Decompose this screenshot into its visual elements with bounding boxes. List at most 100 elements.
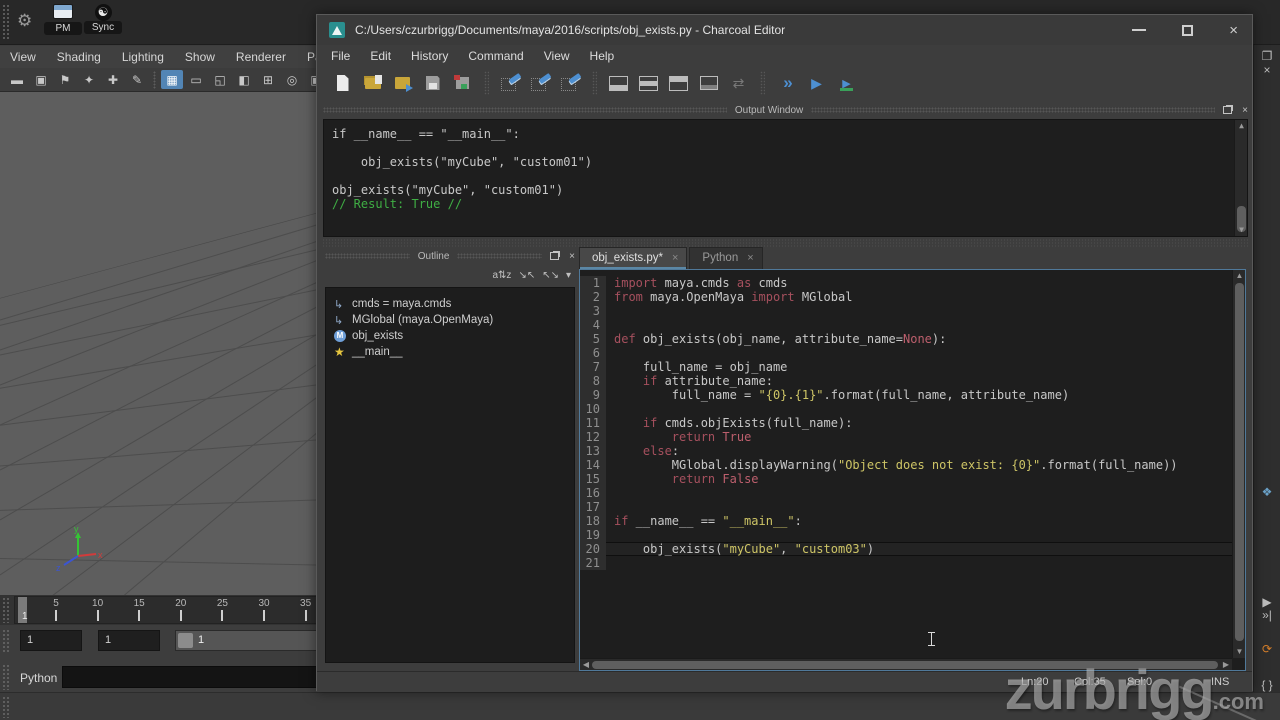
menu-view[interactable]: View xyxy=(544,49,570,63)
outline-item[interactable]: ↳MGlobal (maya.OpenMaya) xyxy=(334,312,574,328)
cmdline-grip[interactable] xyxy=(2,664,10,690)
code-line[interactable]: 6 xyxy=(580,346,1232,360)
save-all-button[interactable] xyxy=(449,70,476,96)
outline-panel-header[interactable]: Outline × xyxy=(325,249,575,263)
code-line[interactable]: 4 xyxy=(580,318,1232,332)
2d-pan-zoom-icon[interactable]: ✚ xyxy=(102,70,124,89)
viewport-menu-renderer[interactable]: Renderer xyxy=(236,50,286,64)
safe-action-icon[interactable]: ◎ xyxy=(281,70,303,89)
greasepencil-icon[interactable]: ✎ xyxy=(126,70,148,89)
scrollbar-thumb[interactable] xyxy=(592,661,1218,669)
playback-start-field[interactable]: 1 xyxy=(20,630,82,651)
close-panel-icon[interactable]: × xyxy=(1257,63,1277,77)
output-window-header[interactable]: Output Window × xyxy=(323,103,1248,117)
lock-camera-icon[interactable]: ▣ xyxy=(30,70,52,89)
go-to-end-icon[interactable]: »| xyxy=(1257,608,1277,622)
open-file-button[interactable] xyxy=(359,70,386,96)
code-line[interactable]: 17 xyxy=(580,500,1232,514)
menu-edit[interactable]: Edit xyxy=(370,49,391,63)
timeline-grip[interactable] xyxy=(2,597,10,623)
clear-history-button[interactable] xyxy=(497,70,524,96)
menu-file[interactable]: File xyxy=(331,49,350,63)
viewport-menu-view[interactable]: View xyxy=(10,50,36,64)
clear-input-button[interactable] xyxy=(527,70,554,96)
perspective-viewport[interactable]: y x z xyxy=(0,92,320,595)
gear-icon[interactable]: ⚙ xyxy=(17,11,32,31)
range-slider-handle[interactable] xyxy=(178,633,193,648)
viewport-menu-show[interactable]: Show xyxy=(185,50,215,64)
tab-obj-exists-py-[interactable]: obj_exists.py*× xyxy=(579,247,687,269)
grid-icon[interactable]: ▦ xyxy=(161,70,183,89)
tab-close-icon[interactable]: × xyxy=(672,252,678,264)
layout-output-top-button[interactable] xyxy=(665,70,692,96)
outline-menu-icon[interactable]: ▾ xyxy=(566,270,571,281)
tab-close-icon[interactable]: × xyxy=(747,252,753,264)
execute-all-button[interactable]: » xyxy=(773,70,800,96)
maximize-button[interactable] xyxy=(1182,25,1193,36)
editor-vertical-scrollbar[interactable]: ▲ ▼ xyxy=(1232,270,1245,658)
scroll-up-icon[interactable]: ▲ xyxy=(1235,120,1248,132)
code-line[interactable]: 18if __name__ == "__main__": xyxy=(580,514,1232,528)
code-line[interactable]: 14 MGlobal.displayWarning("Object does n… xyxy=(580,458,1232,472)
select-camera-icon[interactable]: ▬ xyxy=(6,70,28,89)
viewport-menu-shading[interactable]: Shading xyxy=(57,50,101,64)
code-line[interactable]: 3 xyxy=(580,304,1232,318)
code-line[interactable]: 1import maya.cmds as cmds xyxy=(580,276,1232,290)
tab-python[interactable]: Python× xyxy=(689,247,762,269)
shelf-button-pm[interactable]: PM xyxy=(44,4,82,42)
script-editor-icon[interactable]: { } xyxy=(1257,678,1277,692)
outline-item[interactable]: Mobj_exists xyxy=(334,328,574,344)
rangebar-grip[interactable] xyxy=(2,629,10,653)
code-line[interactable]: 5def obj_exists(obj_name, attribute_name… xyxy=(580,332,1232,346)
save-button[interactable] xyxy=(419,70,446,96)
scroll-down-icon[interactable]: ▼ xyxy=(1235,224,1248,236)
code-line[interactable]: 7 full_name = obj_name xyxy=(580,360,1232,374)
code-line[interactable]: 13 else: xyxy=(580,444,1232,458)
editor-horizontal-scrollbar[interactable]: ◀ ▶ xyxy=(580,658,1232,670)
play-small-icon[interactable]: ▶ xyxy=(1257,595,1277,609)
float-panel-icon[interactable] xyxy=(1223,106,1232,114)
close-panel-icon[interactable]: × xyxy=(569,251,575,262)
code-editor[interactable]: 1import maya.cmds as cmds2from maya.Open… xyxy=(579,269,1246,671)
scroll-down-icon[interactable]: ▼ xyxy=(1233,646,1246,658)
new-file-button[interactable] xyxy=(329,70,356,96)
window-title-bar[interactable]: C:/Users/czurbrigg/Documents/maya/2016/s… xyxy=(317,15,1252,45)
float-panel-icon[interactable] xyxy=(550,252,559,260)
viewport-menu-lighting[interactable]: Lighting xyxy=(122,50,164,64)
import-script-button[interactable] xyxy=(389,70,416,96)
close-button[interactable]: × xyxy=(1229,23,1238,38)
code-line[interactable]: 21 xyxy=(580,556,1232,570)
code-lines[interactable]: 1import maya.cmds as cmds2from maya.Open… xyxy=(580,270,1232,658)
output-vertical-scrollbar[interactable]: ▲ ▼ xyxy=(1234,120,1247,236)
motion-trail-icon[interactable]: ⟳ xyxy=(1257,642,1277,656)
helpline-grip[interactable] xyxy=(2,696,10,718)
shelf-button-sync[interactable]: ☯ Sync xyxy=(84,4,122,42)
toggle-output-panel-button[interactable] xyxy=(695,70,722,96)
animation-start-field[interactable]: 1 xyxy=(98,630,160,651)
playhead[interactable]: 1 xyxy=(18,597,27,623)
bookmark-icon[interactable]: ⚑ xyxy=(54,70,76,89)
code-line[interactable]: 10 xyxy=(580,402,1232,416)
minimize-button[interactable] xyxy=(1132,29,1146,31)
code-line[interactable]: 19 xyxy=(580,528,1232,542)
code-line[interactable]: 11 if cmds.objExists(full_name): xyxy=(580,416,1232,430)
paint-effects-icon[interactable]: ❖ xyxy=(1257,485,1277,499)
film-gate-icon[interactable]: ▭ xyxy=(185,70,207,89)
code-line[interactable]: 20 obj_exists("myCube", "custom03") xyxy=(580,542,1232,556)
code-line[interactable]: 2from maya.OpenMaya import MGlobal xyxy=(580,290,1232,304)
gate-mask-icon[interactable]: ◧ xyxy=(233,70,255,89)
command-language-label[interactable]: Python xyxy=(20,671,57,685)
swap-panes-button[interactable]: ⇄ xyxy=(725,70,752,96)
code-line[interactable]: 9 full_name = "{0}.{1}".format(full_name… xyxy=(580,388,1232,402)
scroll-left-icon[interactable]: ◀ xyxy=(580,659,592,671)
code-line[interactable]: 15 return False xyxy=(580,472,1232,486)
outline-tree[interactable]: ↳cmds = maya.cmds↳MGlobal (maya.OpenMaya… xyxy=(325,287,575,663)
menu-command[interactable]: Command xyxy=(468,49,523,63)
execute-selected-button[interactable]: ▶ xyxy=(833,70,860,96)
scroll-up-icon[interactable]: ▲ xyxy=(1233,270,1246,282)
code-line[interactable]: 16 xyxy=(580,486,1232,500)
image-plane-icon[interactable]: ✦ xyxy=(78,70,100,89)
layout-split-button[interactable] xyxy=(635,70,662,96)
scroll-right-icon[interactable]: ▶ xyxy=(1220,659,1232,671)
output-window[interactable]: ▲ ▼ if __name__ == "__main__": obj_exist… xyxy=(323,119,1248,237)
